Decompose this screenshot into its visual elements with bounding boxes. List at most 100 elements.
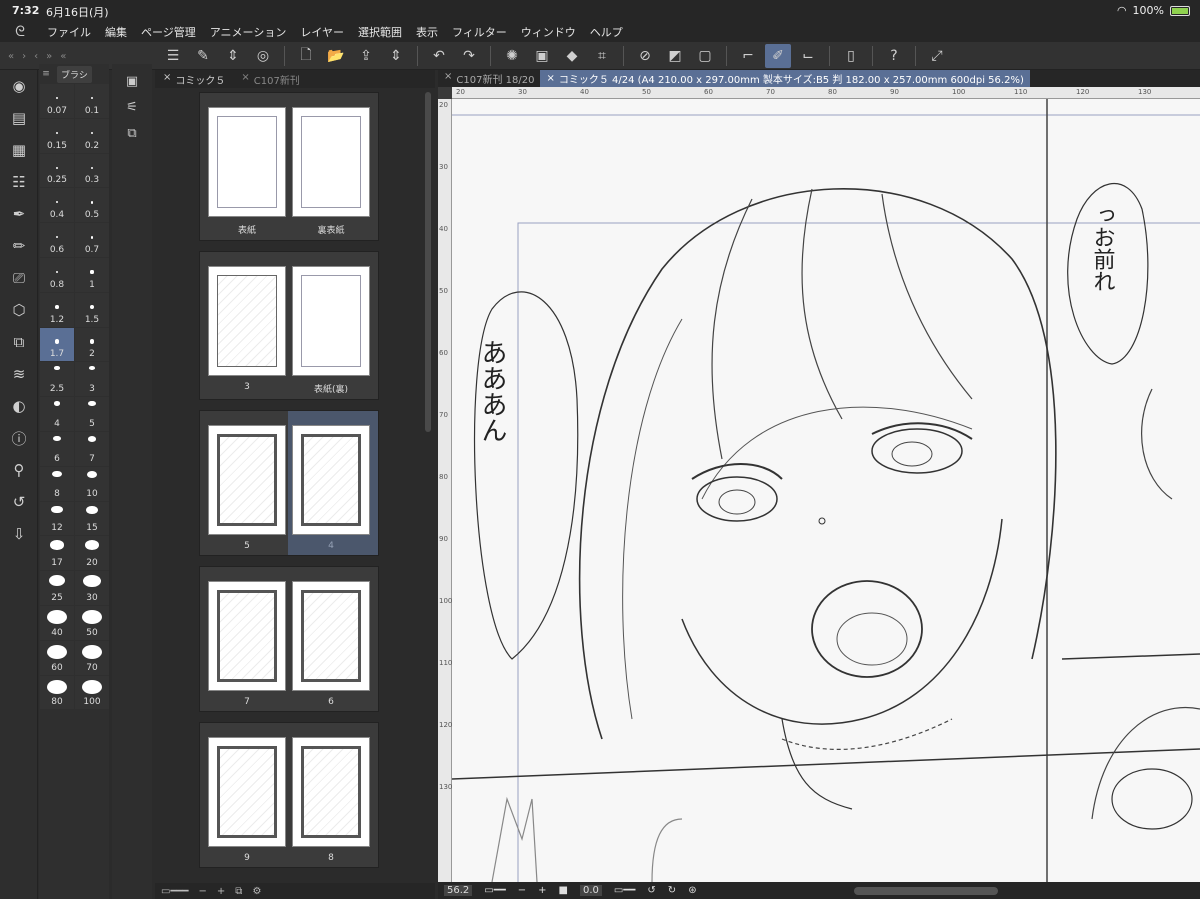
- brush-size-cell[interactable]: 0.2: [75, 118, 109, 153]
- brush-size-cell[interactable]: 0.07: [40, 84, 74, 118]
- brush-size-cell[interactable]: 0.6: [40, 223, 74, 257]
- brush-size-cell[interactable]: 12: [40, 501, 74, 536]
- page-spread[interactable]: 76: [199, 566, 379, 712]
- menu-help[interactable]: ヘルプ: [583, 24, 630, 40]
- layer-property-icon[interactable]: ⧉: [0, 326, 38, 358]
- brush-size-cell[interactable]: 30: [75, 571, 109, 605]
- color-set-icon[interactable]: ▦: [0, 134, 38, 166]
- zoom-value[interactable]: 56.2: [444, 885, 473, 896]
- brush-size-cell[interactable]: 10: [75, 466, 109, 501]
- zoom-out-icon[interactable]: −: [199, 886, 207, 897]
- page-thumbnail[interactable]: [292, 425, 370, 535]
- page-spread[interactable]: 54: [199, 410, 379, 556]
- brush-size-cell[interactable]: 1: [75, 257, 109, 292]
- brush-size-cell[interactable]: 8: [40, 466, 74, 501]
- brush-size-cell[interactable]: 0.3: [75, 153, 109, 188]
- brush-size-cell[interactable]: 6: [40, 431, 74, 466]
- clip-studio-icon[interactable]: ◎: [250, 44, 276, 68]
- brush-size-cell[interactable]: 70: [75, 640, 109, 675]
- rotate-right-icon[interactable]: ↻: [668, 885, 676, 896]
- rotate-left-icon[interactable]: ↺: [647, 885, 655, 896]
- layers-icon[interactable]: ≋: [0, 358, 38, 390]
- close-icon[interactable]: ×: [546, 73, 554, 84]
- zoom-in-icon[interactable]: +: [217, 886, 225, 897]
- page-thumbnail[interactable]: [292, 107, 370, 217]
- menu-file[interactable]: ファイル: [40, 24, 98, 40]
- page-tab-c107[interactable]: × C107新刊: [233, 72, 307, 87]
- fill-icon[interactable]: ◆: [559, 44, 585, 68]
- menu-icon[interactable]: ☰: [160, 44, 186, 68]
- pencil-tool-icon[interactable]: ✏: [0, 230, 38, 262]
- panel-menu-icon[interactable]: ≡: [39, 69, 53, 79]
- brush-size-cell[interactable]: 0.25: [40, 153, 74, 188]
- brush-size-cell[interactable]: 3: [75, 362, 109, 397]
- history-icon[interactable]: ↺: [0, 486, 38, 518]
- menu-page[interactable]: ページ管理: [134, 24, 203, 40]
- brush-size-cell[interactable]: 1.2: [40, 292, 74, 327]
- brush-size-cell[interactable]: 7: [75, 431, 109, 466]
- expand-icon[interactable]: »: [46, 51, 52, 62]
- brush-size-cell[interactable]: 25: [40, 571, 74, 605]
- rotation-value[interactable]: 0.0: [580, 885, 602, 896]
- menu-view[interactable]: 表示: [409, 24, 445, 40]
- canvas-sheet[interactable]: あああん っお前れ: [452, 99, 1200, 882]
- brush-size-cell[interactable]: 80: [40, 675, 74, 710]
- undo-icon[interactable]: ↶: [426, 44, 452, 68]
- canvas-tab-comic5[interactable]: × コミック５ 4/24 (A4 210.00 x 297.00mm 製本サイズ:…: [540, 70, 1030, 87]
- page-settings-icon[interactable]: ⚙: [252, 886, 261, 897]
- brush-size-cell[interactable]: 0.1: [75, 84, 109, 118]
- brush-size-cell[interactable]: 1.5: [75, 292, 109, 327]
- brush-size-cell[interactable]: 0.4: [40, 188, 74, 223]
- brush-size-cell[interactable]: 4: [40, 397, 74, 431]
- brush-size-cell[interactable]: 0.15: [40, 118, 74, 153]
- reset-rotation-icon[interactable]: ⊛: [688, 885, 696, 896]
- menu-layer[interactable]: レイヤー: [293, 24, 351, 40]
- canvas-hscrollbar[interactable]: [854, 887, 998, 895]
- brush-size-cell[interactable]: 1.7: [40, 327, 74, 362]
- menu-selection[interactable]: 選択範囲: [351, 24, 409, 40]
- rotation-slider[interactable]: ▭━━: [614, 885, 636, 896]
- timeline-icon[interactable]: ▤: [0, 102, 38, 134]
- tool-list-icon[interactable]: ☷: [0, 166, 38, 198]
- redo-icon[interactable]: ↷: [456, 44, 482, 68]
- thumbnail-icon[interactable]: ▣: [112, 68, 152, 94]
- fullscreen-icon[interactable]: ⤢: [924, 44, 950, 68]
- zoom-slider[interactable]: ▭━━: [484, 885, 506, 896]
- loading-icon[interactable]: ✺: [499, 44, 525, 68]
- app-logo-icon[interactable]: ᘓ: [0, 24, 40, 40]
- color-circle-icon[interactable]: ◐: [0, 390, 38, 422]
- close-icon[interactable]: ×: [444, 71, 452, 86]
- search-icon[interactable]: ⚲: [0, 454, 38, 486]
- page-thumbnail[interactable]: [292, 266, 370, 376]
- brush-size-cell[interactable]: 5: [75, 397, 109, 431]
- menu-edit[interactable]: 編集: [98, 24, 134, 40]
- pen-pressure-icon[interactable]: ⌙: [795, 44, 821, 68]
- layer-transfer-icon[interactable]: ▣: [529, 44, 555, 68]
- selection-icon[interactable]: ▢: [692, 44, 718, 68]
- transform-icon[interactable]: ⌗: [589, 44, 615, 68]
- collapse-mid-icon[interactable]: «: [60, 51, 66, 62]
- chevron-left-icon[interactable]: ‹: [34, 51, 38, 62]
- updown2-icon[interactable]: ⇕: [383, 44, 409, 68]
- menu-animation[interactable]: アニメーション: [203, 24, 294, 40]
- brush-size-cell[interactable]: 20: [75, 536, 109, 571]
- collapse-left-icon[interactable]: «: [8, 51, 14, 62]
- deselect-icon[interactable]: ⊘: [632, 44, 658, 68]
- page-thumbnail[interactable]: [292, 737, 370, 847]
- stop-icon[interactable]: ■: [559, 885, 568, 896]
- invert-selection-icon[interactable]: ◩: [662, 44, 688, 68]
- 3d-icon[interactable]: ⬡: [0, 294, 38, 326]
- canvas-tab-c107[interactable]: × C107新刊 18/20: [438, 71, 540, 86]
- download-icon[interactable]: ⇩: [0, 518, 38, 550]
- updown-icon[interactable]: ⇕: [220, 44, 246, 68]
- device-icon[interactable]: ▯: [838, 44, 864, 68]
- zoom-in-icon[interactable]: +: [538, 885, 546, 896]
- page-spread[interactable]: 3 表紙(裏): [199, 251, 379, 400]
- brush-size-cell[interactable]: 0.8: [40, 257, 74, 292]
- brush-size-cell[interactable]: 50: [75, 605, 109, 640]
- navigator-icon[interactable]: ◉: [0, 70, 38, 102]
- animation-icon[interactable]: ⎚: [0, 262, 38, 294]
- page-spread[interactable]: 表紙 裏表紙: [199, 92, 379, 241]
- save-icon[interactable]: ⇪: [353, 44, 379, 68]
- thumb-size-slider[interactable]: ▭━━━: [161, 886, 189, 897]
